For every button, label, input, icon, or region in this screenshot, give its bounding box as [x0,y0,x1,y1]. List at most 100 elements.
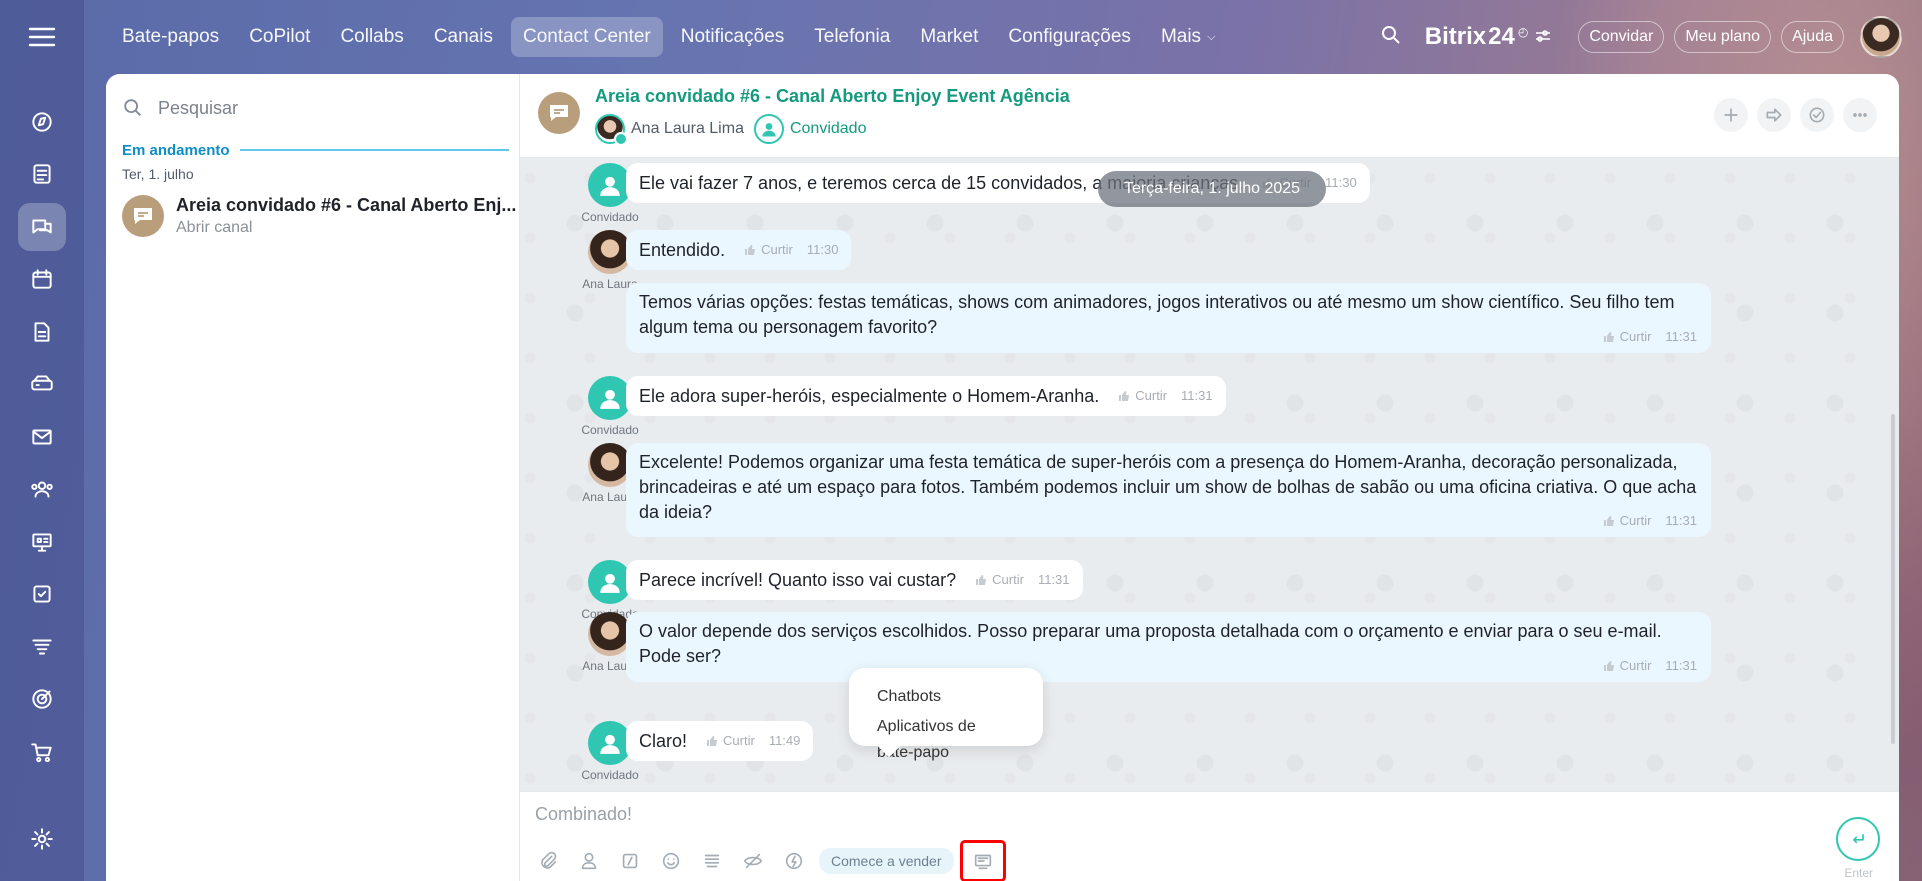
left-sidebar [0,0,84,881]
nav-collabs[interactable]: Collabs [328,17,415,57]
like-icon[interactable] [975,574,987,586]
divider [239,149,509,151]
lightning-icon[interactable] [778,845,810,877]
logo-number: 24 [1488,23,1515,50]
nav-telefonia[interactable]: Telefonia [802,17,902,57]
message-bubble[interactable]: Excelente! Podemos organizar uma festa t… [626,443,1711,537]
start-selling-button[interactable]: Comece a vender [819,848,954,874]
message-text: Excelente! Podemos organizar uma festa t… [639,452,1697,522]
like-label[interactable]: Curtir [761,241,793,259]
message-text: O valor depende dos serviços escolhidos.… [639,621,1662,666]
message-meta: Curtir 11:49 [706,732,800,750]
settings-icon[interactable] [18,815,66,863]
document-icon[interactable] [18,308,66,356]
nav-contact-center[interactable]: Contact Center [510,17,663,57]
chat-list-column: Pesquisar Em andamento Ter, 1. julho Are… [106,74,520,881]
nav-bate-papos[interactable]: Bate-papos [110,17,231,57]
search-icon [124,99,141,116]
sliders-icon[interactable] [1534,23,1552,51]
message-time: 11:31 [1665,513,1697,528]
messages-area: Convidado Ele vai fazer 7 anos, e teremo… [520,158,1899,791]
nav-copilot[interactable]: CoPilot [237,17,322,57]
users-icon[interactable] [18,465,66,513]
nav-notificacoes[interactable]: Notificações [669,17,797,57]
like-label[interactable]: Curtir [992,571,1024,589]
nav-configuracoes[interactable]: Configurações [996,17,1143,57]
filter-icon[interactable] [18,623,66,671]
like-icon[interactable] [1603,515,1615,527]
message-meta: Curtir 11:31 [975,571,1070,589]
message-bubble[interactable]: Ele adora super-heróis, especialmente o … [626,376,1226,416]
my-plan-button[interactable]: Meu plano [1674,21,1772,53]
search-icon[interactable] [1379,23,1403,52]
like-label[interactable]: Curtir [1620,512,1652,530]
like-icon[interactable] [1603,331,1615,343]
chat-item-subtitle: Abrir canal [176,219,253,236]
header-actions [1705,98,1877,132]
chat-search[interactable]: Pesquisar [122,88,503,128]
forward-icon[interactable] [1757,98,1791,132]
like-label[interactable]: Curtir [1135,387,1167,405]
like-label[interactable]: Curtir [1620,657,1652,675]
tasks-icon[interactable] [18,570,66,618]
message-bubble[interactable]: Temos várias opções: festas temáticas, s… [626,283,1711,353]
guest-avatar[interactable] [753,114,784,144]
cart-icon[interactable] [18,728,66,776]
scrollbar[interactable] [1891,414,1895,744]
nav-market[interactable]: Market [908,17,990,57]
crm-icon[interactable] [18,518,66,566]
user-avatar[interactable] [1860,16,1902,58]
help-button[interactable]: Ajuda [1781,21,1844,53]
hide-icon[interactable] [737,845,769,877]
like-label[interactable]: Curtir [1620,328,1652,346]
invite-button[interactable]: Convidar [1578,21,1665,53]
user-icon[interactable] [573,845,605,877]
message-bubble[interactable]: Claro! Curtir 11:49 [626,721,814,761]
menu-icon[interactable] [26,26,58,48]
command-icon[interactable] [614,845,646,877]
like-icon[interactable] [706,735,718,747]
chat-list-item[interactable]: Areia convidado #6 - Canal Aberto Enj...… [106,184,520,248]
like-label[interactable]: Curtir [723,732,755,750]
like-icon[interactable] [744,244,756,256]
smile-icon[interactable] [655,845,687,877]
search-placeholder: Pesquisar [158,97,239,118]
templates-icon[interactable] [696,845,728,877]
like-icon[interactable] [1118,390,1130,402]
nav-canais[interactable]: Canais [422,17,505,57]
menu-item-chatbots[interactable]: Chatbots [849,682,1043,712]
message-bubble[interactable]: O valor depende dos serviços escolhidos.… [626,612,1711,682]
add-icon[interactable] [1714,98,1748,132]
nav-mais[interactable]: Mais ⌵ [1149,17,1227,57]
group-header: Em andamento [122,140,509,160]
attach-icon[interactable] [532,845,564,877]
main-panel: Pesquisar Em andamento Ter, 1. julho Are… [106,74,1899,881]
chat-title[interactable]: Areia convidado #6 - Canal Aberto Enjoy … [595,86,1070,107]
drive-icon[interactable] [18,360,66,408]
guest-name[interactable]: Convidado [790,120,867,138]
calendar-icon[interactable] [18,255,66,303]
check-circle-icon[interactable] [1800,98,1834,132]
mail-icon[interactable] [18,413,66,461]
send-button[interactable] [1836,817,1880,861]
feed-icon[interactable] [18,150,66,198]
apps-popup-menu: Chatbots Aplicativos de bate-papo [849,668,1043,761]
chat-icon[interactable] [18,203,66,251]
member-avatar[interactable] [595,114,628,146]
chat-column: Areia convidado #6 - Canal Aberto Enjoy … [520,74,1899,881]
target-icon[interactable] [18,675,66,723]
message-time: 11:31 [1665,658,1697,673]
member-name[interactable]: Ana Laura Lima [631,120,744,138]
message-bubble[interactable]: Parece incrível! Quanto isso vai custar?… [626,560,1083,600]
menu-item-chat-apps[interactable]: Aplicativos de bate-papo [849,712,1043,768]
compass-icon[interactable] [18,98,66,146]
like-icon[interactable] [1603,660,1615,672]
apps-icon[interactable] [959,840,1006,881]
message-input[interactable]: Combinado! [535,804,632,825]
more-icon[interactable] [1843,98,1877,132]
openline-chat-icon [538,92,580,134]
openline-chat-icon [122,195,164,237]
message-bubble[interactable]: Entendido. Curtir 11:30 [626,230,852,270]
bitrix24-logo: Bitrix 24 ◴ [1425,23,1553,51]
sender-name: Convidado [581,768,639,782]
